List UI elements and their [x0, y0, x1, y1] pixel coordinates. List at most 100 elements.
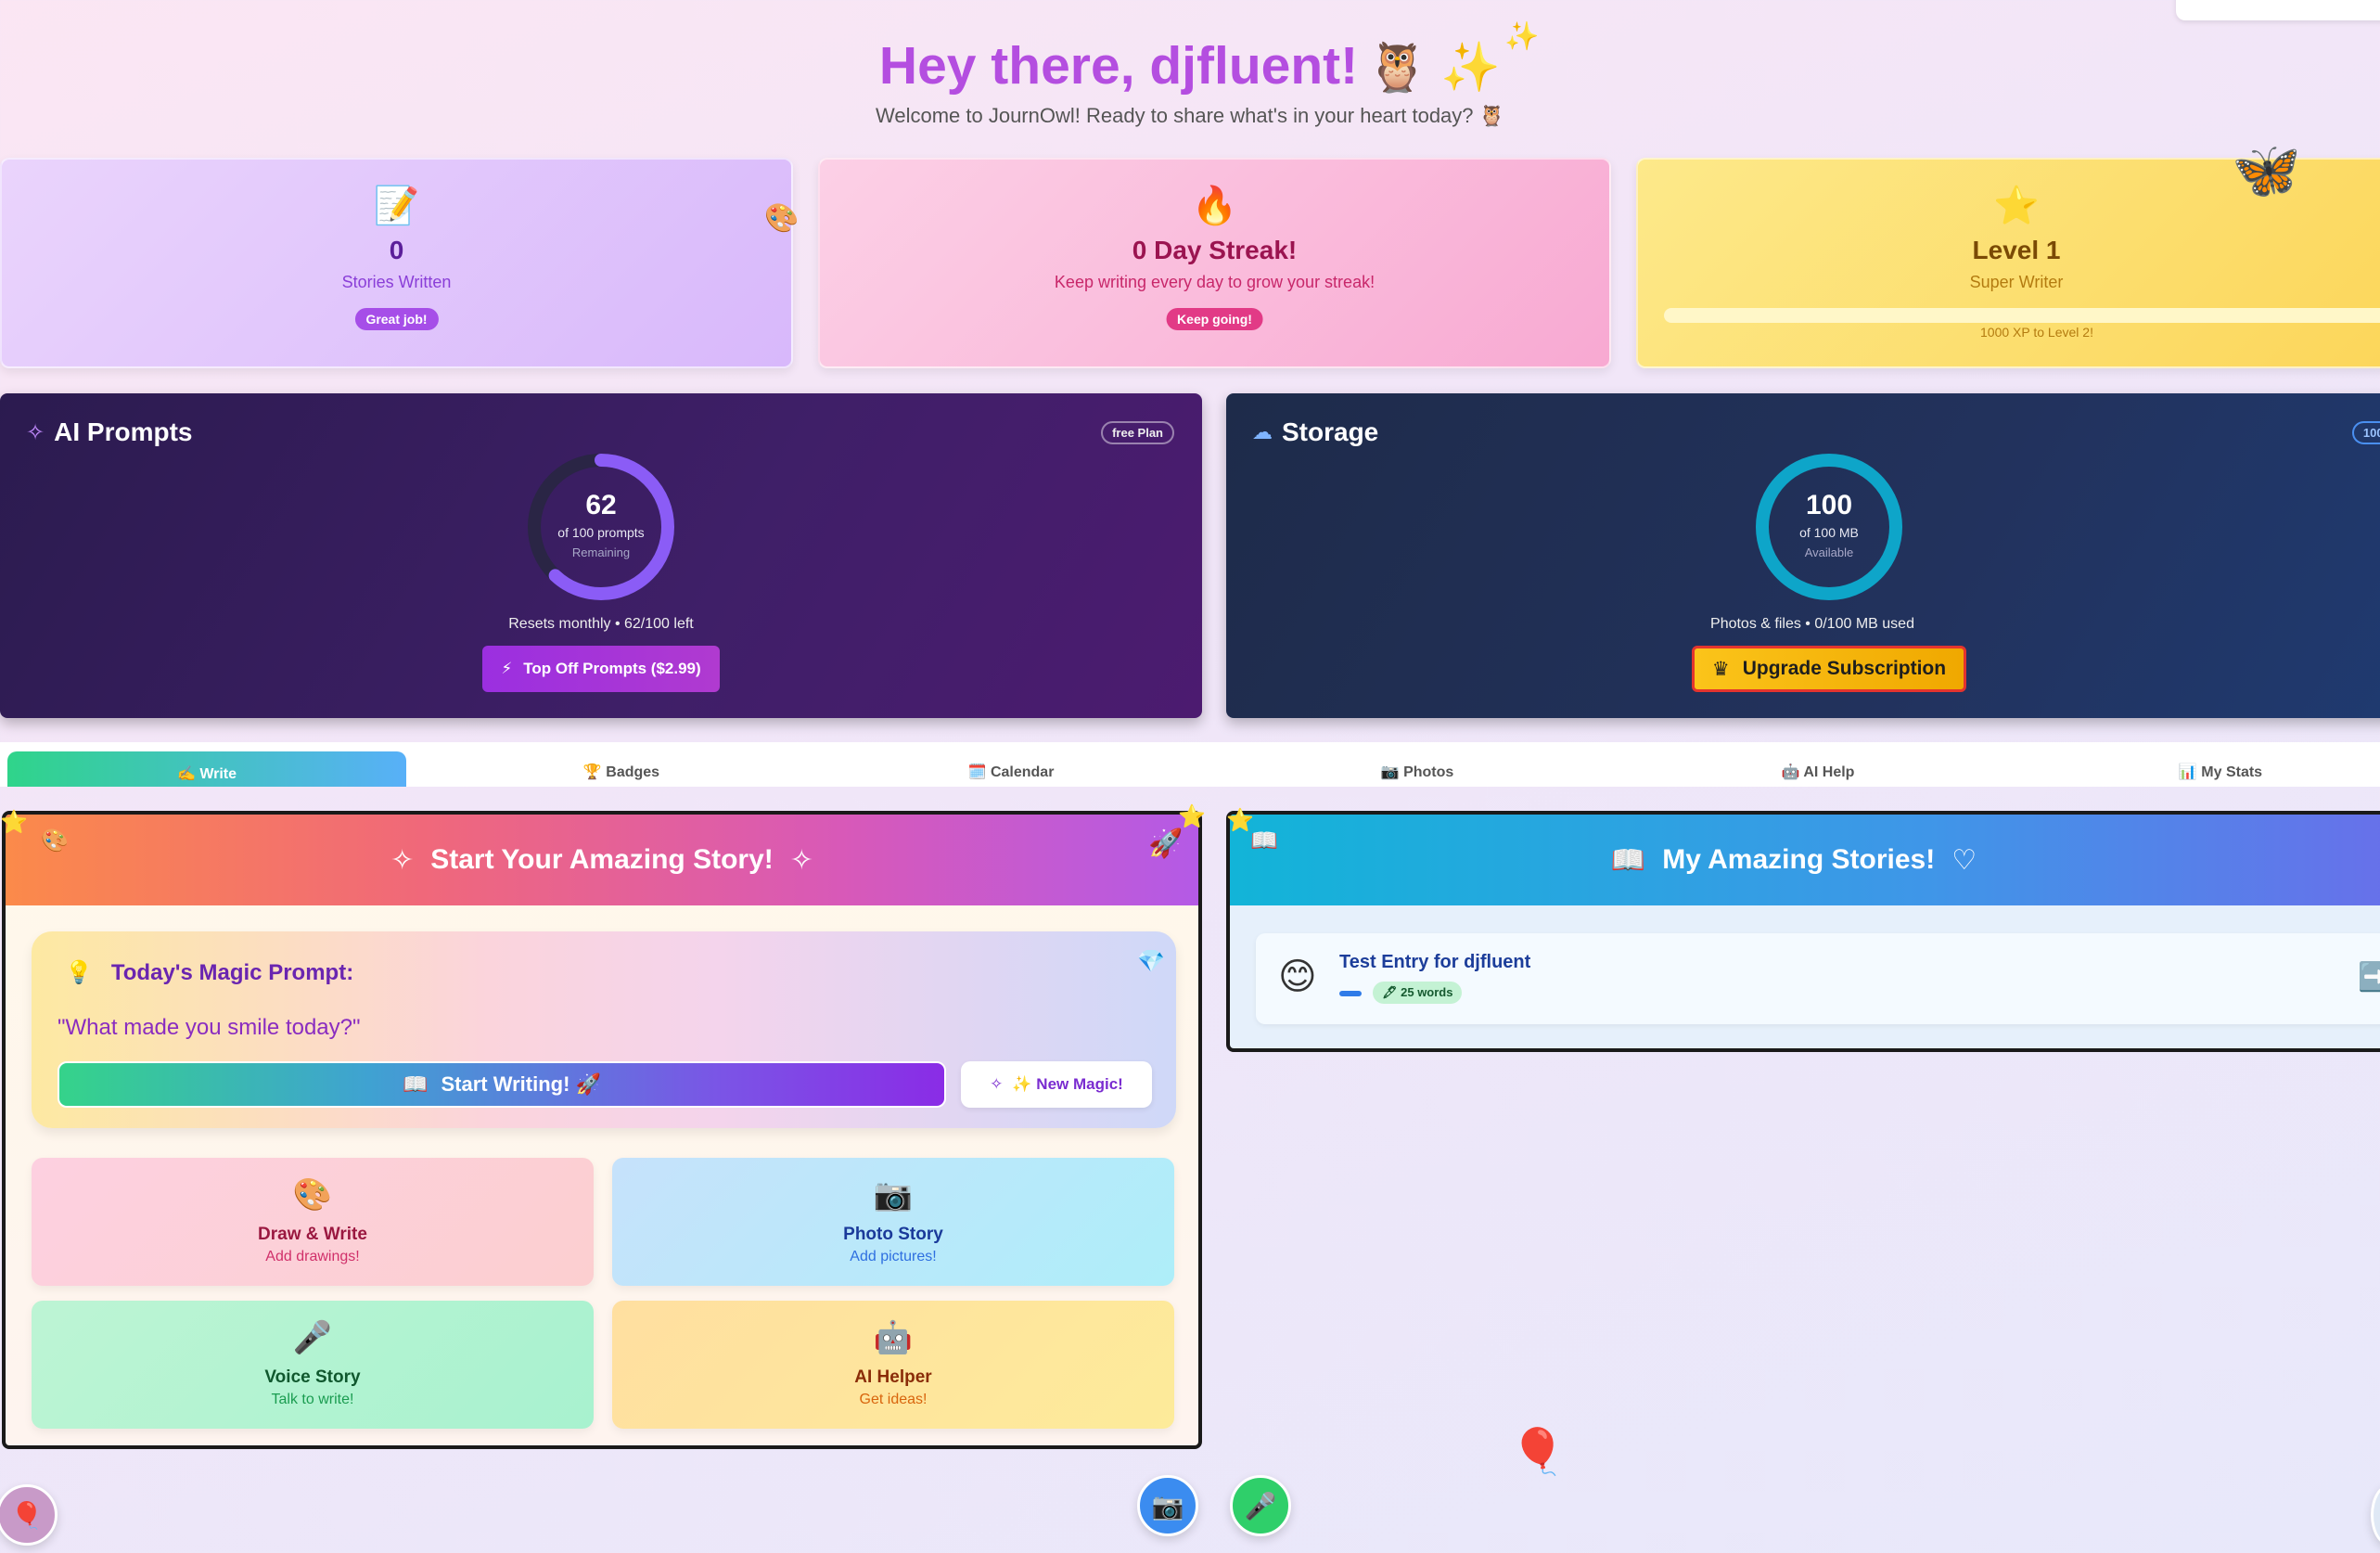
- sparkles-icon: ✧: [990, 1075, 1004, 1093]
- open-book-icon: 📖: [1610, 844, 1646, 876]
- palette-icon: 🎨: [41, 828, 69, 854]
- photo-story-tile[interactable]: 📷 Photo Story Add pictures!: [612, 1158, 1174, 1286]
- sparkle-icon: ✨: [1504, 21, 1540, 52]
- heart-icon: ♡: [1951, 844, 1977, 876]
- crown-icon: ♛: [1711, 658, 1730, 680]
- upgrade-subscription-button[interactable]: ♛ Upgrade Subscription: [1692, 646, 1966, 692]
- tab-my-stats[interactable]: 📊 My Stats: [2118, 763, 2322, 781]
- magic-prompt-card: 💡 Today's Magic Prompt: 💎 "What made you…: [32, 931, 1176, 1128]
- butterfly-icon: 🦋: [2232, 139, 2301, 201]
- streak-badge: Keep going!: [1166, 308, 1263, 330]
- star-icon: ⭐: [0, 810, 28, 835]
- tab-ai-help[interactable]: 🤖 AI Help: [1716, 763, 1920, 781]
- balloon-fab[interactable]: 🎈: [0, 1484, 58, 1546]
- top-off-prompts-button[interactable]: ⚡ Top Off Prompts ($2.99): [482, 646, 720, 692]
- storage-available: 100: [1805, 490, 1853, 520]
- microphone-icon: 🎤: [1244, 1491, 1277, 1521]
- tile-title: Voice Story: [264, 1367, 361, 1387]
- balloon-icon: 🎈: [10, 1500, 44, 1530]
- sparkles-icon: ✧: [789, 844, 813, 876]
- sparkles-icon: ✧: [390, 844, 415, 876]
- prompts-ring-label: 62 of 100 prompts Remaining: [508, 490, 694, 559]
- prompts-of-text: of 100 prompts: [557, 525, 645, 540]
- story-mood-bar: [1339, 991, 1362, 996]
- tile-subtitle: Get ideas!: [859, 1392, 928, 1407]
- storage-badge: 100 M: [2351, 421, 2380, 444]
- prompts-meta: Resets monthly • 62/100 left: [508, 616, 694, 632]
- storage-title-text: Storage: [1282, 417, 1379, 446]
- robot-icon: 🤖: [873, 1320, 914, 1355]
- stories-panel-title: My Amazing Stories!: [1662, 844, 1936, 875]
- prompts-remaining-label: Remaining: [571, 545, 631, 559]
- top-right-corner-widget[interactable]: [2176, 0, 2380, 20]
- storage-panel: ☁ Storage 100 M 100 of 100 MB Available …: [1226, 393, 2380, 718]
- streak-value: 0 Day Streak!: [1132, 236, 1298, 264]
- tile-subtitle: Talk to write!: [271, 1392, 354, 1407]
- microphone-icon: 🎤: [292, 1320, 333, 1355]
- memo-icon: 📝: [373, 186, 420, 226]
- stories-label: Stories Written: [341, 273, 452, 291]
- voice-story-tile[interactable]: 🎤 Voice Story Talk to write!: [32, 1301, 594, 1429]
- welcome-subtitle: Welcome to JournOwl! Ready to share what…: [875, 104, 1505, 127]
- streak-card: 🔥 0 Day Streak! Keep writing every day t…: [818, 158, 1611, 368]
- palette-icon: 🎨: [292, 1177, 333, 1213]
- start-writing-label: Start Writing! 🚀: [441, 1072, 601, 1096]
- new-magic-label: ✨ New Magic!: [1012, 1075, 1123, 1093]
- camera-icon: 📷: [1151, 1491, 1184, 1521]
- book-icon: 📖: [403, 1072, 429, 1096]
- stories-written-card: 📝 0 Stories Written Great job!: [0, 158, 793, 368]
- storage-title: ☁ Storage: [1252, 417, 1378, 447]
- greeting-title: Hey there, djfluent! 🦉 ✨: [0, 35, 2380, 96]
- prompts-remaining: 62: [585, 490, 617, 520]
- ai-prompts-panel: ✧ AI Prompts free Plan 62 of 100 prompts…: [0, 393, 1202, 718]
- ai-helper-tile[interactable]: 🤖 AI Helper Get ideas!: [612, 1301, 1174, 1429]
- camera-icon: 📷: [873, 1177, 914, 1213]
- star-icon: ⭐: [1178, 804, 1206, 829]
- stories-panel: 📖 My Amazing Stories! ♡ 📖 😊 Test Entry f…: [1226, 811, 2380, 1052]
- arrow-right-icon[interactable]: ➡️: [2358, 961, 2380, 994]
- stories-panel-header: 📖 My Amazing Stories! ♡: [1230, 815, 2380, 905]
- lightbulb-icon: 💡: [65, 960, 93, 985]
- top-off-label: Top Off Prompts ($2.99): [523, 660, 701, 677]
- bolt-icon: ⚡: [501, 660, 513, 677]
- ai-prompts-title: ✧ AI Prompts: [26, 417, 192, 447]
- palette-icon: 🎨: [764, 203, 800, 234]
- tile-subtitle: Add pictures!: [850, 1249, 937, 1264]
- new-magic-button[interactable]: ✧ ✨ New Magic!: [961, 1061, 1152, 1108]
- sparkles-icon: ✧: [26, 419, 45, 445]
- stories-badge: Great job!: [354, 308, 439, 330]
- level-label: Super Writer: [1969, 273, 2064, 291]
- owl-sparkle-icons: 🦉 ✨: [1367, 41, 1502, 95]
- write-panel: ✧ Start Your Amazing Story! ✧ 🎨 🚀 💡 Toda…: [2, 811, 1202, 1449]
- draw-write-tile[interactable]: 🎨 Draw & Write Add drawings!: [32, 1158, 594, 1286]
- write-panel-title: Start Your Amazing Story!: [430, 844, 774, 875]
- tab-badges[interactable]: 🏆 Badges: [519, 763, 723, 781]
- gem-icon: 💎: [1137, 949, 1165, 974]
- tile-title: Draw & Write: [258, 1225, 367, 1244]
- fire-icon: 🔥: [1191, 186, 1238, 226]
- camera-fab[interactable]: 📷: [1137, 1475, 1198, 1536]
- corner-fab[interactable]: [2371, 1484, 2380, 1546]
- tab-photos[interactable]: 📷 Photos: [1315, 763, 1519, 781]
- prompt-text: "What made you smile today?": [58, 1015, 361, 1040]
- stories-count: 0: [389, 236, 404, 264]
- level-value: Level 1: [1972, 236, 2061, 264]
- cloud-icon: ☁: [1252, 420, 1273, 443]
- smile-icon: 😊: [1278, 956, 1317, 997]
- tile-title: Photo Story: [843, 1225, 943, 1244]
- star-icon: ⭐: [1226, 808, 1254, 833]
- prompt-heading: 💡 Today's Magic Prompt:: [65, 959, 353, 986]
- tab-calendar[interactable]: 🗓️ Calendar: [909, 763, 1113, 781]
- rocket-icon: 🚀: [1148, 828, 1184, 859]
- start-writing-button[interactable]: 📖 Start Writing! 🚀: [58, 1061, 946, 1108]
- xp-progress-bar: [1664, 308, 2380, 323]
- greeting-text: Hey there, djfluent!: [878, 36, 1359, 96]
- microphone-fab[interactable]: 🎤: [1230, 1475, 1291, 1536]
- word-count-badge: 🖋 25 words: [1373, 982, 1463, 1004]
- book-icon: 📖: [1250, 828, 1278, 854]
- streak-label: Keep writing every day to grow your stre…: [1054, 273, 1376, 291]
- upgrade-label: Upgrade Subscription: [1742, 658, 1947, 679]
- story-entry[interactable]: 😊 Test Entry for djfluent 🖋 25 words ➡️: [1256, 933, 2380, 1024]
- ai-prompts-title-text: AI Prompts: [54, 417, 193, 446]
- tab-write[interactable]: ✍️ Write: [7, 751, 406, 787]
